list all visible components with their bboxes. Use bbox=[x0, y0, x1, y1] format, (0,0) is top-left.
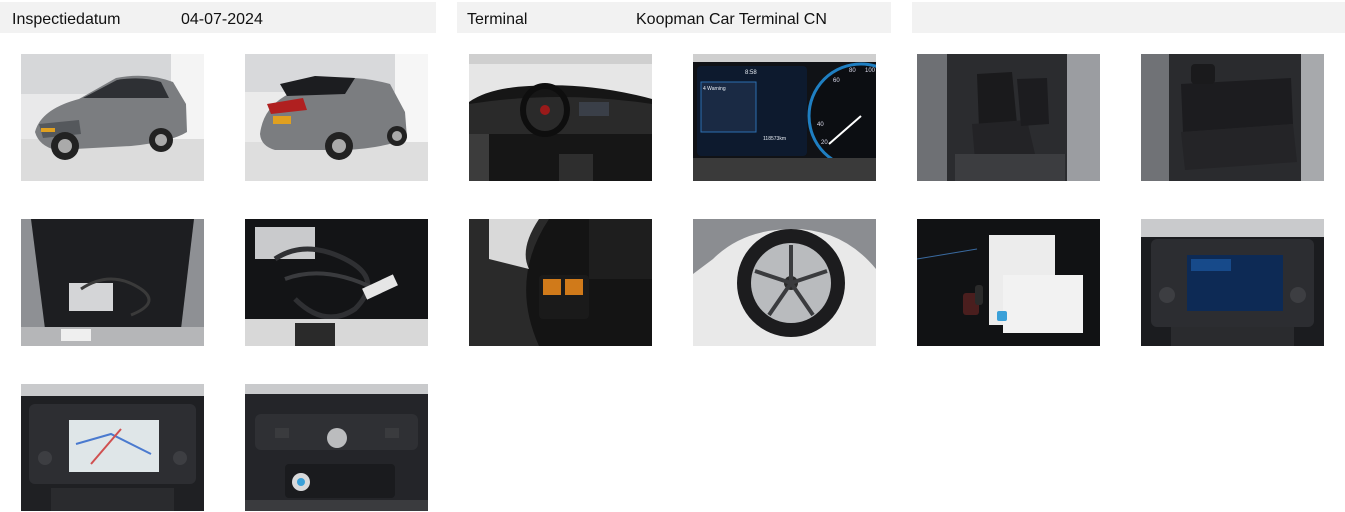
photo-dashboard[interactable] bbox=[469, 54, 652, 181]
photo-keys-manuals[interactable] bbox=[917, 219, 1100, 346]
photo-exterior-rear[interactable] bbox=[245, 54, 428, 181]
photo-front-seats[interactable] bbox=[917, 54, 1100, 181]
photo-trunk[interactable] bbox=[21, 219, 204, 346]
photo-repair-kit[interactable] bbox=[469, 219, 652, 346]
gauge-tick-80: 80 bbox=[849, 68, 856, 74]
cluster-odometer: 118573km bbox=[763, 136, 786, 142]
empty-header-band bbox=[912, 2, 1345, 33]
gauge-tick-40: 40 bbox=[817, 122, 824, 128]
photo-wheel[interactable] bbox=[693, 219, 876, 346]
terminal-label: Terminal bbox=[467, 11, 528, 28]
terminal-value: Koopman Car Terminal CN bbox=[636, 11, 827, 28]
photo-infotainment[interactable] bbox=[1141, 219, 1324, 346]
cluster-warning: 4 Warning bbox=[703, 86, 726, 92]
gauge-tick-60: 60 bbox=[833, 78, 840, 84]
photo-center-console[interactable] bbox=[245, 384, 428, 511]
gauge-tick-100: 100 bbox=[865, 68, 876, 74]
gauge-tick-20: 20 bbox=[821, 140, 828, 146]
photo-instrument-cluster[interactable]: 8:58 4 Warning 118573km 20 40 60 80 100 bbox=[693, 54, 876, 181]
photo-rear-seats[interactable] bbox=[1141, 54, 1324, 181]
photo-charging-cables[interactable] bbox=[245, 219, 428, 346]
cluster-time: 8:58 bbox=[745, 70, 757, 76]
inspection-date-label: Inspectiedatum bbox=[12, 11, 121, 28]
photo-navigation[interactable] bbox=[21, 384, 204, 511]
photo-exterior-front[interactable] bbox=[21, 54, 204, 181]
inspection-date-value: 04-07-2024 bbox=[181, 11, 263, 28]
inspection-photo-sheet: Inspectiedatum 04-07-2024 Terminal Koopm… bbox=[0, 0, 1345, 512]
